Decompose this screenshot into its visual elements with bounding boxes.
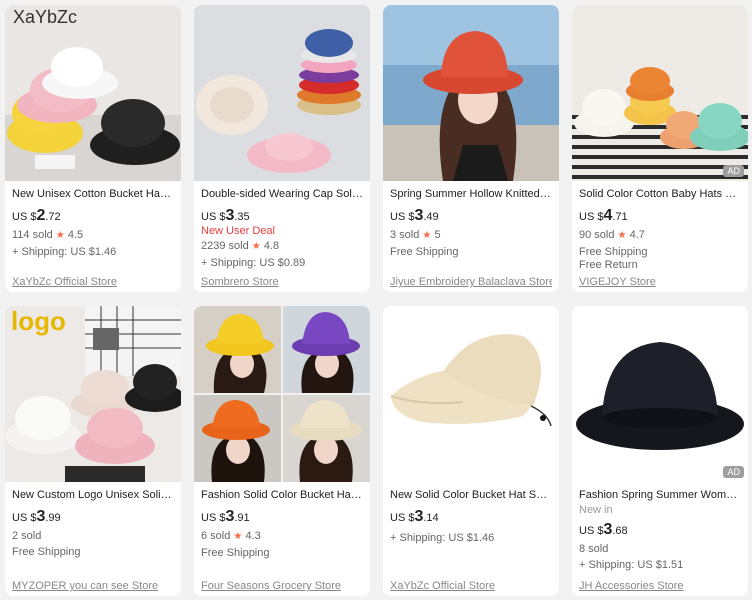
star-icon: ★ xyxy=(55,230,65,241)
product-title[interactable]: New Unisex Cotton Bucket Hats W... xyxy=(12,187,174,201)
shipping-info: Free Shipping xyxy=(12,546,81,558)
star-icon: ★ xyxy=(251,241,261,252)
product-title[interactable]: Solid Color Cotton Baby Hats Sprin... xyxy=(579,187,741,201)
product-card[interactable]: New Solid Color Bucket Hat Sunscr... US … xyxy=(383,306,559,596)
product-title[interactable]: Fashion Solid Color Bucket Hats fo... xyxy=(201,488,363,502)
ad-badge: AD xyxy=(723,165,744,177)
product-card[interactable]: Spring Summer Hollow Knitted Wo... US $3… xyxy=(383,5,559,292)
shipping-info: Free Shipping xyxy=(579,246,648,258)
rating: 4.5 xyxy=(67,229,84,241)
sold-rating: 2239 sold ★ 4.8 xyxy=(201,239,363,254)
product-card[interactable]: AD Fashion Spring Summer Women M... New … xyxy=(572,306,748,596)
star-icon: ★ xyxy=(233,531,243,542)
product-card[interactable]: Fashion Solid Color Bucket Hats fo... US… xyxy=(194,306,370,596)
product-card[interactable]: Double-sided Wearing Cap Solid C... US $… xyxy=(194,5,370,292)
price: US $3.14 xyxy=(390,508,439,525)
store-link[interactable]: Jiyue Embroidery Balaclava Store xyxy=(390,276,552,288)
sold-count: 8 sold xyxy=(579,543,609,555)
product-image[interactable]: logo xyxy=(5,306,181,482)
rating: 4.7 xyxy=(629,229,645,241)
rating: 4.3 xyxy=(245,530,261,542)
price: US $3.35 xyxy=(201,207,250,224)
store-link[interactable]: JH Accessories Store xyxy=(579,580,684,592)
new-in-badge: New in xyxy=(579,504,613,516)
sold-rating: 6 sold ★ 4.3 xyxy=(201,529,363,544)
image-logo-text: logo xyxy=(11,306,66,336)
product-card[interactable]: logo New Custom Logo Unisex Solid Col...… xyxy=(5,306,181,596)
sold-count: 114 sold xyxy=(12,229,53,241)
sold-count: 6 sold xyxy=(201,530,231,542)
store-link[interactable]: XaYbZc Official Store xyxy=(390,580,495,592)
rating: 4.8 xyxy=(263,240,280,252)
shipping-info: + Shipping: US $1.51 xyxy=(579,559,684,571)
product-image[interactable] xyxy=(383,306,559,482)
product-image[interactable] xyxy=(194,5,370,181)
product-title[interactable]: Spring Summer Hollow Knitted Wo... xyxy=(390,187,552,201)
shipping-info: + Shipping: US $0.89 xyxy=(201,257,306,269)
image-watermark: XaYbZc xyxy=(13,7,78,27)
store-link[interactable]: VIGEJOY Store xyxy=(579,276,656,288)
shipping-info: Free Shipping xyxy=(390,246,459,258)
sold-rating: 90 sold ★ 4.7 xyxy=(579,228,741,243)
price: US $3.91 xyxy=(201,508,250,525)
price: US $3.49 xyxy=(390,207,439,224)
shipping-info: + Shipping: US $1.46 xyxy=(390,532,495,544)
sold-count: 2 sold xyxy=(12,530,42,542)
deal-badge: New User Deal xyxy=(201,225,275,237)
sold-rating: 3 sold ★ 5 xyxy=(390,228,552,243)
sold-count: 90 sold xyxy=(579,229,615,241)
product-card[interactable]: XaYbZc New Unisex Cotton Bucket Hats W..… xyxy=(5,5,181,292)
return-info: Free Return xyxy=(579,259,638,271)
price: US $4.71 xyxy=(579,207,628,224)
price: US $3.99 xyxy=(12,508,61,525)
product-title[interactable]: Double-sided Wearing Cap Solid C... xyxy=(201,187,363,201)
sold-count: 3 sold xyxy=(390,229,420,241)
shipping-info: Free Shipping xyxy=(201,547,270,559)
ad-badge: AD xyxy=(723,466,744,478)
product-card[interactable]: AD Solid Color Cotton Baby Hats Sprin...… xyxy=(572,5,748,292)
star-icon: ★ xyxy=(617,230,627,241)
product-image[interactable] xyxy=(383,5,559,181)
product-image[interactable]: AD xyxy=(572,306,748,482)
product-image[interactable]: AD xyxy=(572,5,748,181)
star-icon: ★ xyxy=(422,230,432,241)
product-image[interactable]: XaYbZc xyxy=(5,5,181,181)
rating: 5 xyxy=(434,229,441,241)
price: US $2.72 xyxy=(12,207,61,224)
store-link[interactable]: XaYbZc Official Store xyxy=(12,276,117,288)
product-image[interactable] xyxy=(194,306,370,482)
store-link[interactable]: Sombrero Store xyxy=(201,276,279,288)
product-title[interactable]: New Solid Color Bucket Hat Sunscr... xyxy=(390,488,552,502)
price: US $3.68 xyxy=(579,521,628,538)
store-link[interactable]: Four Seasons Grocery Store xyxy=(201,580,341,592)
sold-rating: 114 sold ★ 4.5 xyxy=(12,228,174,243)
product-title[interactable]: New Custom Logo Unisex Solid Col... xyxy=(12,488,174,502)
store-link[interactable]: MYZOPER you can see Store xyxy=(12,580,158,592)
shipping-info: + Shipping: US $1.46 xyxy=(12,246,117,258)
sold-count: 2239 sold xyxy=(201,240,249,252)
product-title[interactable]: Fashion Spring Summer Women M... xyxy=(579,488,741,502)
